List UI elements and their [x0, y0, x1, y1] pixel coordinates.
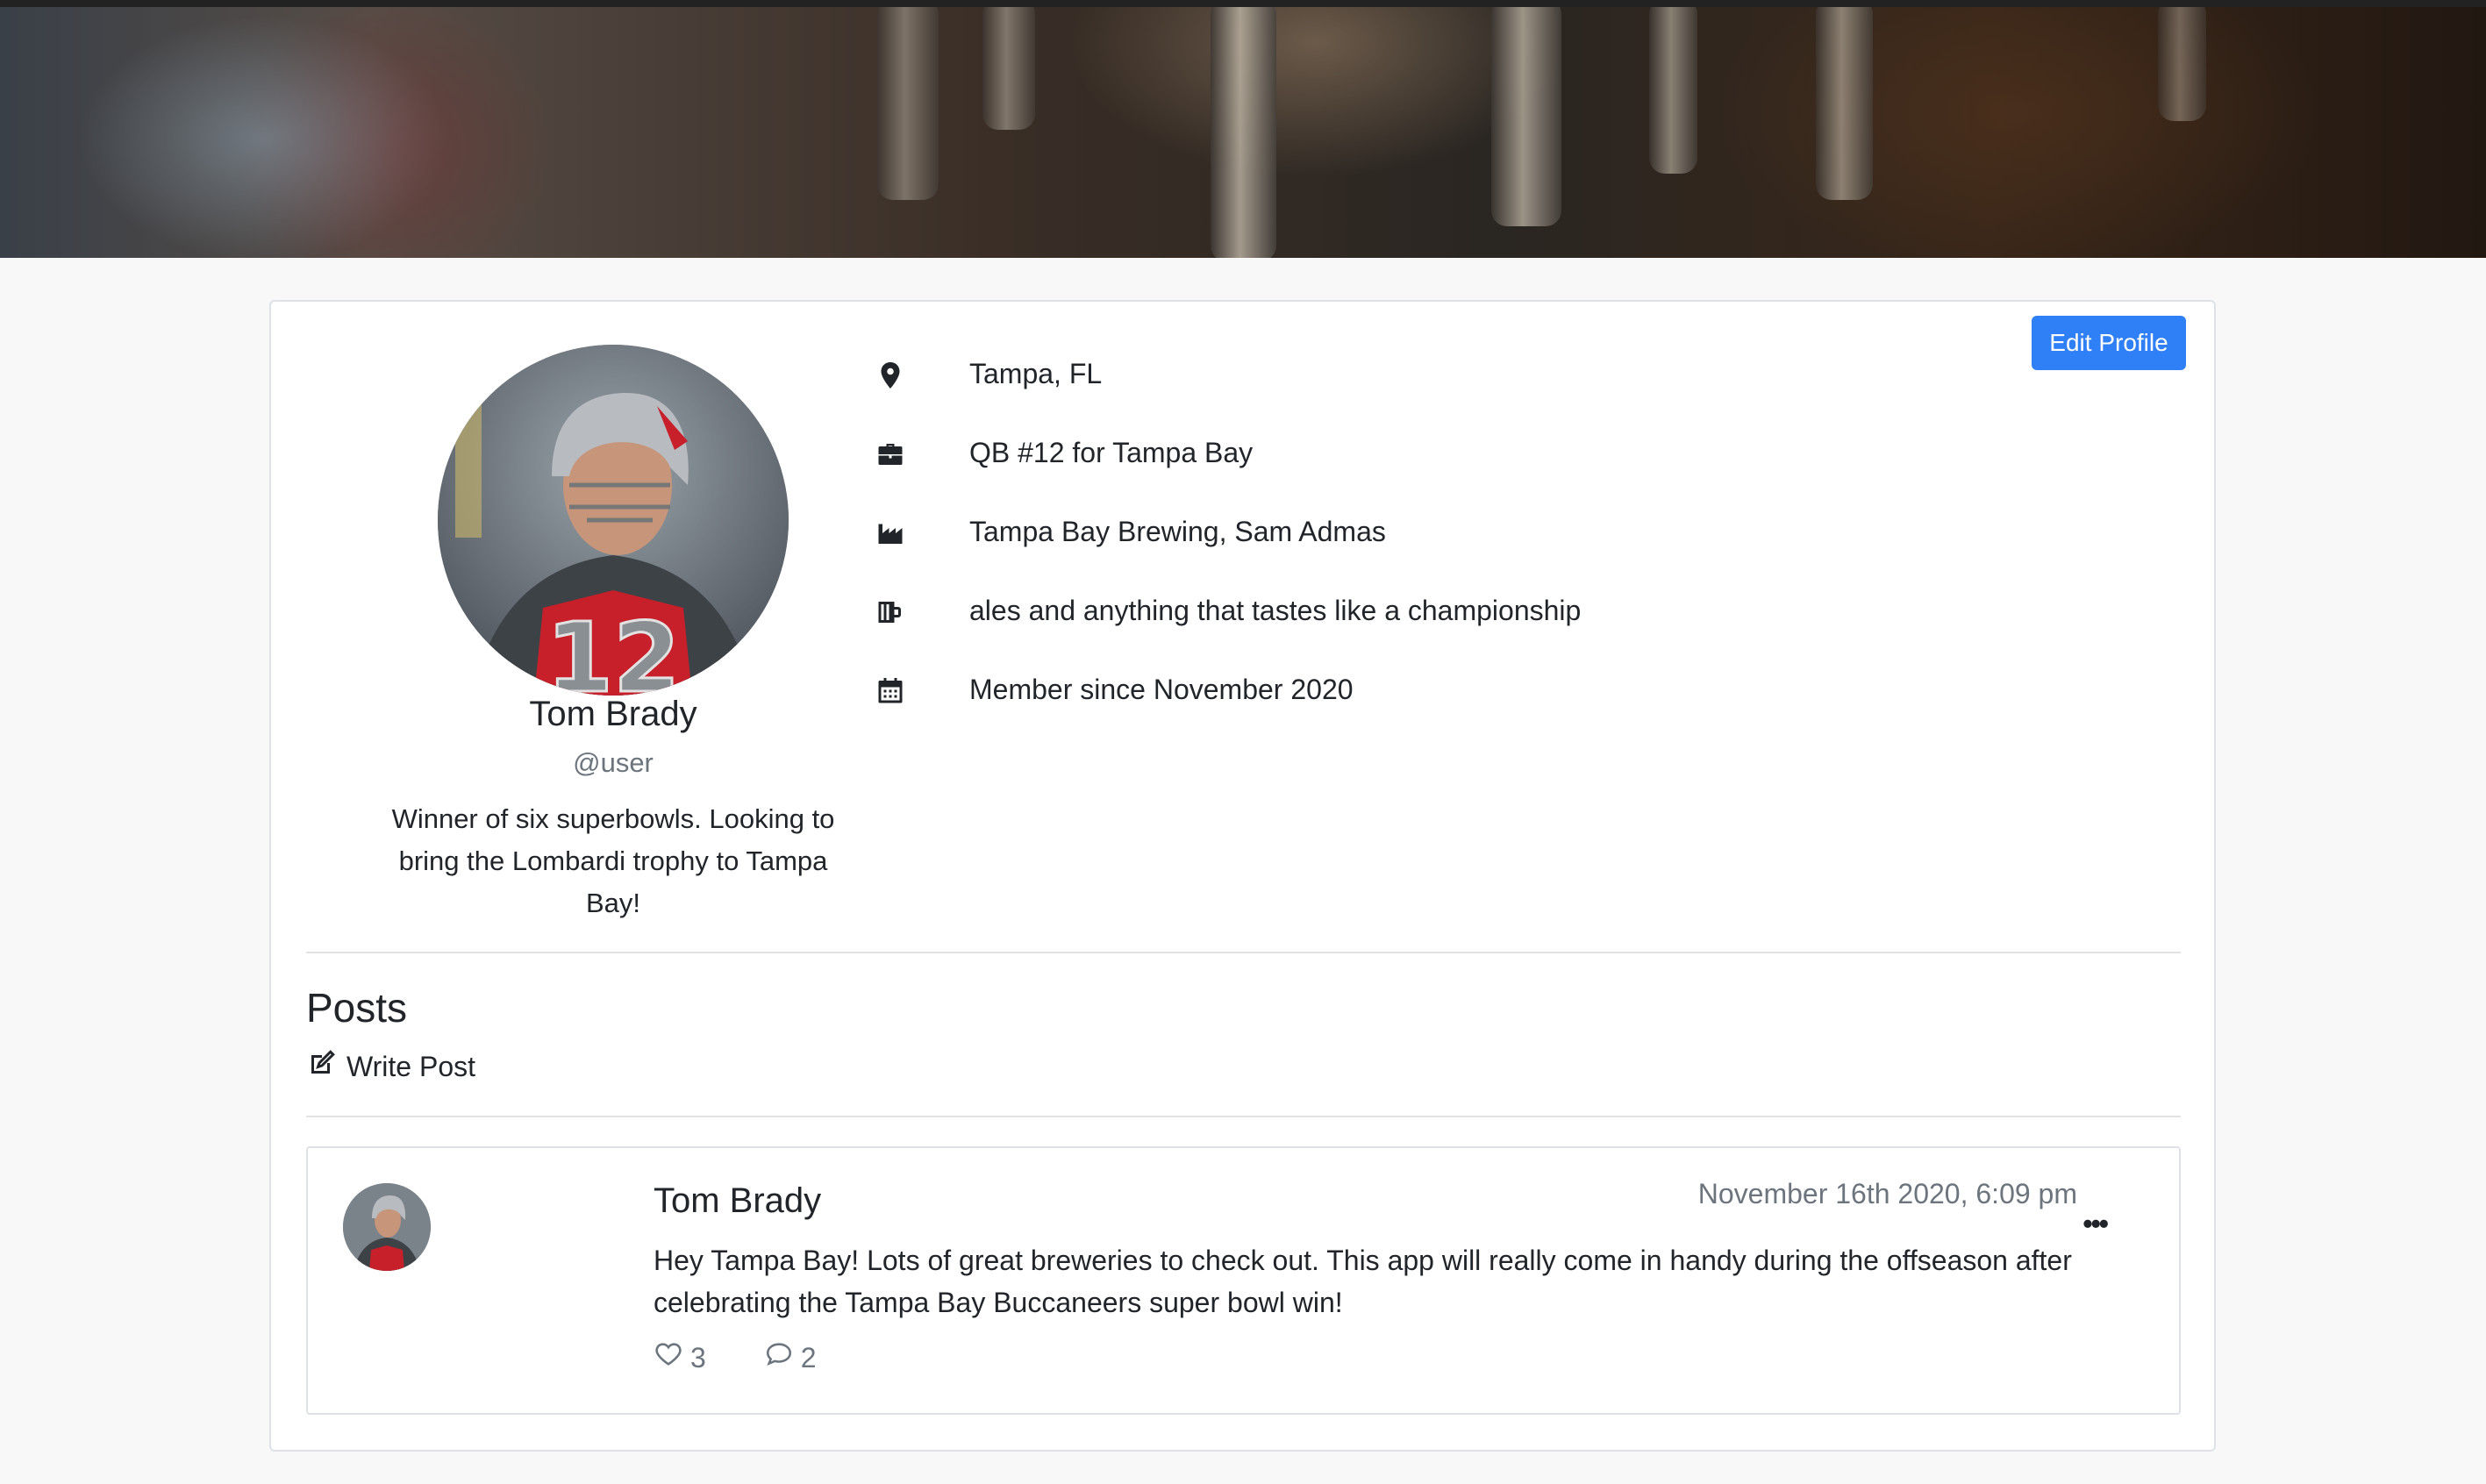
info-brewery-text: Tampa Bay Brewing, Sam Admas [969, 516, 1386, 547]
profile-card: Edit Profile 12 Tom Brady @user Winner o… [269, 300, 2216, 1452]
section-divider [306, 952, 2181, 953]
info-job-text: QB #12 for Tampa Bay [969, 437, 1254, 468]
edit-profile-button[interactable]: Edit Profile [2032, 316, 2186, 370]
cover-banner [0, 7, 2486, 258]
info-taste-text: ales and anything that tastes like a cha… [969, 595, 1582, 626]
edit-icon [306, 1047, 346, 1086]
svg-text:12: 12 [546, 602, 680, 696]
profile-avatar: 12 [438, 345, 789, 696]
heart-icon [654, 1339, 690, 1376]
profile-handle: @user [573, 747, 654, 778]
post-card: Tom Brady November 16th 2020, 6:09 pm ••… [306, 1146, 2181, 1415]
comment-icon [764, 1339, 801, 1376]
info-location-text: Tampa, FL [969, 358, 1103, 389]
profile-name: Tom Brady [529, 695, 697, 733]
comment-count: 2 [800, 1341, 817, 1373]
profile-bio: Winner of six superbowls. Looking to bri… [391, 803, 835, 918]
comment-button[interactable]: 2 [764, 1339, 817, 1376]
post-author-name[interactable]: Tom Brady [654, 1181, 821, 1221]
write-post-link[interactable]: Write Post [306, 1049, 475, 1084]
info-member-since-text: Member since November 2020 [969, 674, 1354, 705]
write-post-label: Write Post [346, 1050, 475, 1082]
industry-icon [875, 517, 906, 549]
beer-mug-icon [875, 596, 906, 628]
posts-divider [306, 1116, 2181, 1117]
like-button[interactable]: 3 [654, 1339, 706, 1376]
location-pin-icon [875, 360, 906, 391]
post-timestamp: November 16th 2020, 6:09 pm [1697, 1178, 2077, 1209]
like-count: 3 [690, 1341, 706, 1373]
top-bar [0, 0, 2486, 7]
more-options-icon[interactable]: ••• [2082, 1208, 2109, 1240]
briefcase-icon [875, 439, 906, 470]
post-body: Hey Tampa Bay! Lots of great breweries t… [654, 1245, 2072, 1318]
post-actions: 3 2 [654, 1339, 875, 1376]
calendar-icon [875, 675, 906, 707]
posts-heading: Posts [306, 985, 408, 1031]
post-author-avatar[interactable] [343, 1183, 431, 1271]
